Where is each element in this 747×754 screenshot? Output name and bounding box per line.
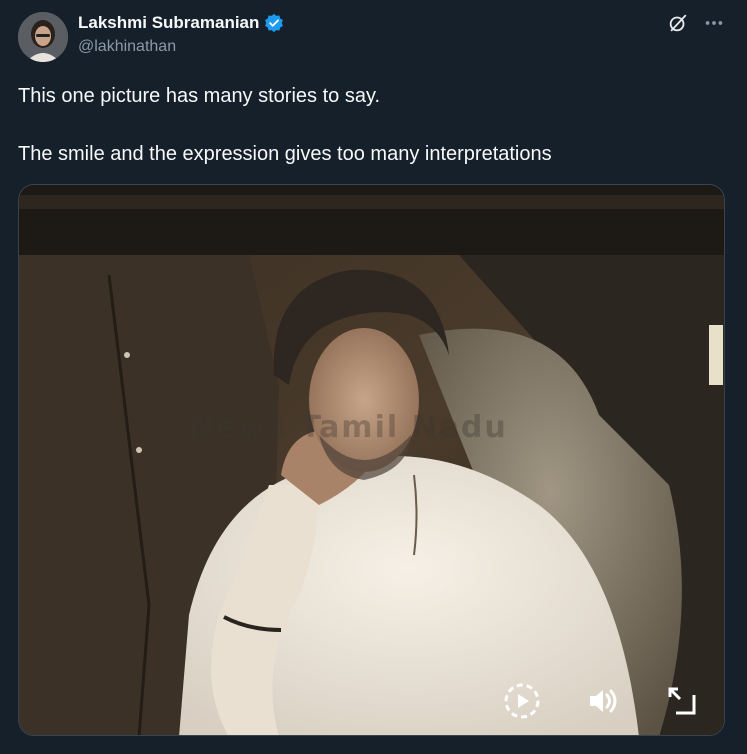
- video-watermark: News Tamil Nadu: [189, 410, 508, 445]
- play-icon[interactable]: [502, 681, 542, 721]
- volume-icon[interactable]: [582, 681, 622, 721]
- tweet-text: This one picture has many stories to say…: [18, 82, 718, 168]
- tweet: Lakshmi Subramanian @lakhinathan This on…: [0, 0, 747, 754]
- verified-badge-icon[interactable]: [264, 13, 284, 33]
- avatar[interactable]: [18, 12, 68, 62]
- author-display-name[interactable]: Lakshmi Subramanian: [78, 13, 259, 33]
- tweet-video[interactable]: News Tamil Nadu: [18, 184, 725, 736]
- tweet-text-line-2: The smile and the expression gives too m…: [18, 143, 552, 165]
- video-frame: [19, 185, 724, 735]
- tweet-text-line-1: This one picture has many stories to say…: [18, 85, 381, 107]
- author-name-row: Lakshmi Subramanian: [78, 13, 284, 33]
- video-controls: [502, 681, 702, 721]
- more-icon[interactable]: [703, 12, 725, 34]
- author-handle[interactable]: @lakhinathan: [78, 38, 176, 56]
- tweet-header-actions: [667, 12, 725, 34]
- fullscreen-icon[interactable]: [662, 681, 702, 721]
- avatar-image: [18, 12, 68, 62]
- grok-icon[interactable]: [667, 12, 689, 34]
